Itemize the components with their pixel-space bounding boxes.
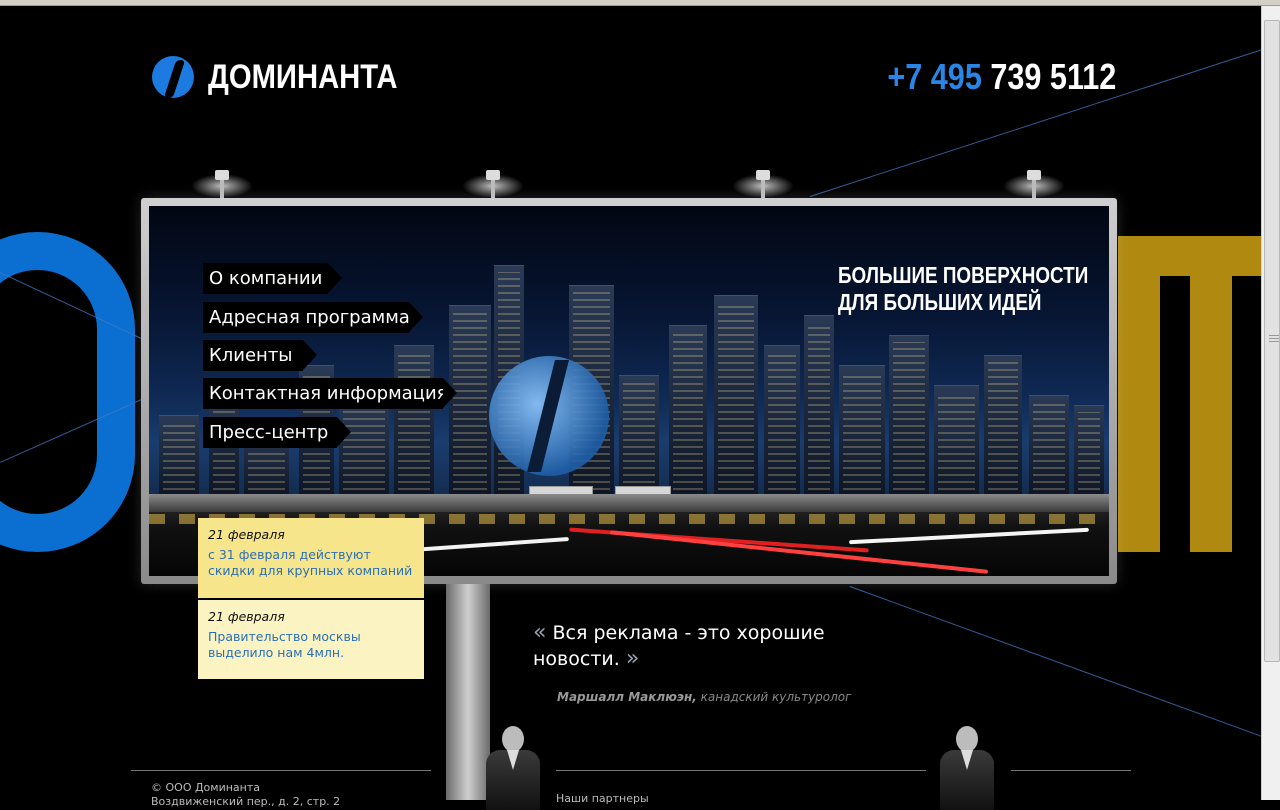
scrollbar-thumb[interactable] [1264, 20, 1280, 662]
billboard-lamp-icon [191, 168, 253, 198]
news-item: 21 февраля Правительство москвы выделило… [198, 600, 424, 679]
page-scrollbar[interactable] [1261, 6, 1280, 800]
quote-close-mark: » [625, 646, 640, 671]
menu-item-clients[interactable]: Клиенты [203, 340, 317, 371]
news-link[interactable]: Правительство москвы выделило нам 4млн. [208, 629, 414, 661]
quote-author-name: Маршалл Маклюэн, [557, 690, 697, 704]
menu-item-about[interactable]: О компании [203, 263, 342, 294]
globe-logo-icon [489, 356, 609, 476]
site-logo[interactable]: ДОМИНАНТА [152, 55, 428, 99]
billboard-pole [446, 584, 490, 800]
phone-code: +7 495 [887, 56, 982, 97]
quote-author: Маршалл Маклюэн, канадский культуролог [557, 690, 851, 704]
menu-item-address-program[interactable]: Адресная программа [203, 302, 423, 333]
news-date: 21 февраля [208, 527, 285, 542]
billboard-lamp-icon [732, 168, 794, 198]
decor-line [849, 586, 1264, 738]
news-item: 21 февраля с 31 февраля действуют скидки… [198, 518, 424, 598]
footer-divider [556, 770, 926, 771]
billboard-lamp-icon [462, 168, 524, 198]
background-letter-n [1118, 236, 1263, 552]
logo-mark-icon [152, 56, 194, 98]
logo-text: ДОМИНАНТА [208, 57, 398, 96]
browser-top-edge [0, 0, 1280, 6]
quote-open-mark: « [533, 620, 547, 645]
news-link[interactable]: с 31 февраля действуют скидки для крупны… [208, 547, 414, 579]
quote-text: Вся реклама - это хорошие новости. [533, 622, 825, 670]
background-letter-o [0, 232, 135, 552]
footer-divider [131, 770, 431, 771]
menu-item-press-center[interactable]: Пресс-центр [203, 417, 351, 448]
footer-copyright: © ООО Доминанта [151, 781, 261, 794]
quote-block: « Вся реклама - это хорошие новости. » [533, 620, 873, 672]
news-date: 21 февраля [208, 609, 285, 624]
footer-divider [1011, 770, 1131, 771]
menu-item-contacts[interactable]: Контактная информация [203, 378, 457, 409]
billboard-tagline: БОЛЬШИЕ ПОВЕРХНОСТИ ДЛЯ БОЛЬШИХ ИДЕЙ [838, 262, 1089, 315]
billboard-lamp-icon [1003, 168, 1065, 198]
phone-number: 739 5112 [990, 56, 1116, 97]
quote-author-role: канадский культуролог [696, 690, 852, 704]
footer-address: Воздвиженский пер., д. 2, стр. 2 [151, 795, 341, 808]
footer-partners-label: Наши партнеры [556, 792, 649, 805]
contact-phone: +7 495 739 5112 [887, 56, 1116, 98]
